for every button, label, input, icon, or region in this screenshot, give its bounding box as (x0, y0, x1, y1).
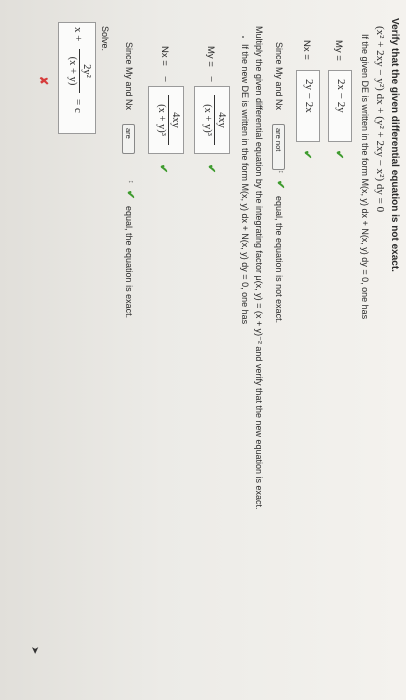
since-1-select[interactable]: are not (272, 124, 285, 170)
nx-label: Nx = (301, 40, 312, 60)
since-1-prefix: Since My and Nx (274, 42, 284, 111)
new-my-fraction: 4xy (x + y)³ (202, 95, 227, 145)
solve-lhs: x + (72, 27, 84, 42)
since-2-select-arrows-icon[interactable]: ↕ (127, 180, 134, 184)
new-nx-fraction-bar (168, 95, 169, 145)
since-2-suffix: equal, the equation is exact. (124, 206, 134, 319)
new-my-check-icon: ✔ (205, 164, 217, 174)
multiply-instruction: Multiply the given differential equation… (254, 26, 264, 510)
since-1-select-arrows-icon[interactable]: ↕ (277, 170, 284, 174)
since-1-check-icon: ✔ (274, 180, 286, 190)
new-nx-denominator: (x + y)³ (156, 104, 167, 136)
solve-rhs: = c (72, 99, 84, 113)
new-my-denominator: (x + y)³ (202, 104, 213, 136)
solve-incorrect-icon: ✘ (37, 76, 49, 86)
given-equation: (x² + 2xy − y²) dx + (y² + 2xy − x²) dy … (374, 26, 386, 213)
new-my-sign: − (205, 76, 217, 83)
new-nx-check-icon: ✔ (157, 164, 169, 174)
my-answer-value: 2x − 2y (335, 79, 347, 113)
solve-numerator: 2y² (81, 64, 92, 78)
my-answer-box[interactable]: 2x − 2y (328, 70, 352, 142)
new-form-prompt: If the new DE is written in the form M(x… (240, 44, 250, 325)
since-1-suffix: equal, the equation is not exact. (274, 196, 284, 324)
new-nx-fraction: 4xy (x + y)³ (156, 95, 181, 145)
solve-denominator: (x + y) (67, 56, 78, 86)
bullet-dot (242, 36, 244, 38)
nx-check-icon: ✔ (301, 150, 313, 160)
new-nx-label: Nx = (159, 46, 170, 66)
my-label: My = (333, 40, 344, 61)
my-check-icon: ✔ (333, 150, 345, 160)
worksheet-page: Verify that the given differential equat… (0, 0, 406, 700)
photo-background: Verify that the given differential equat… (0, 0, 406, 700)
form-prompt: If the given DE is written in the form M… (360, 34, 370, 320)
new-my-numerator: 4xy (216, 112, 227, 128)
new-nx-numerator: 4xy (170, 112, 181, 128)
nx-answer-box[interactable]: 2y − 2x (296, 70, 320, 142)
since-2-select-value: are (124, 128, 133, 139)
mouse-pointer-icon: ➤ (29, 646, 40, 655)
new-nx-sign: − (159, 76, 171, 83)
new-my-answer-box[interactable]: 4xy (x + y)³ (194, 86, 230, 154)
nx-answer-value: 2y − 2x (303, 79, 315, 113)
solve-fraction-bar (79, 49, 80, 93)
since-2-check-icon: ✔ (124, 190, 136, 200)
since-2-prefix: Since My and Nx (124, 42, 134, 111)
since-2-select[interactable]: are (122, 124, 135, 154)
since-1-select-value: are not (274, 128, 283, 152)
new-my-label: My = (205, 46, 216, 67)
new-my-fraction-bar (214, 95, 215, 145)
solve-fraction: 2y² (x + y) (67, 49, 92, 93)
problem-intro: Verify that the given differential equat… (389, 18, 400, 272)
solve-label: Solve. (100, 26, 110, 52)
new-nx-answer-box[interactable]: 4xy (x + y)³ (148, 86, 184, 154)
solve-answer-box[interactable]: x + 2y² (x + y) = c (58, 22, 96, 134)
